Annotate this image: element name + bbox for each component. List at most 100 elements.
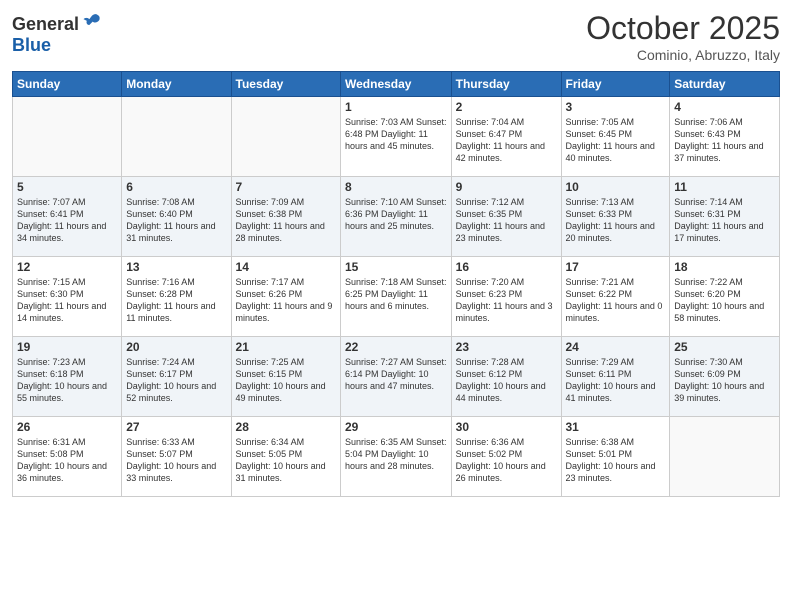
day-number: 3 [566, 100, 666, 114]
table-row [13, 97, 122, 177]
title-block: October 2025 Cominio, Abruzzo, Italy [586, 10, 780, 63]
day-info: Sunrise: 7:17 AM Sunset: 6:26 PM Dayligh… [236, 276, 336, 325]
table-row: 5Sunrise: 7:07 AM Sunset: 6:41 PM Daylig… [13, 177, 122, 257]
day-info: Sunrise: 6:34 AM Sunset: 5:05 PM Dayligh… [236, 436, 336, 485]
table-row: 23Sunrise: 7:28 AM Sunset: 6:12 PM Dayli… [451, 337, 561, 417]
day-number: 13 [126, 260, 226, 274]
table-row [670, 417, 780, 497]
day-info: Sunrise: 7:24 AM Sunset: 6:17 PM Dayligh… [126, 356, 226, 405]
day-number: 16 [456, 260, 557, 274]
table-row: 6 Sunrise: 7:08 AM Sunset: 6:40 PM Daylig… [122, 177, 231, 257]
col-sunday: Sunday [13, 72, 122, 97]
day-info: Sunrise: 7:12 AM Sunset: 6:35 PM Dayligh… [456, 196, 557, 245]
table-row: 30 Sunrise: 6:36 AM Sunset: 5:02 PM Dayli… [451, 417, 561, 497]
table-row: 19 Sunrise: 7:23 AM Sunset: 6:18 PM Dayli… [13, 337, 122, 417]
table-row: 11Sunrise: 7:14 AM Sunset: 6:31 PM Dayli… [670, 177, 780, 257]
table-row: 31 Sunrise: 6:38 AM Sunset: 5:01 PM Dayli… [561, 417, 670, 497]
day-info: Sunrise: 7:15 AM Sunset: 6:30 PM Dayligh… [17, 276, 117, 325]
day-info: Sunrise: 7:10 AM Sunset: 6:36 PM Dayligh… [345, 196, 447, 232]
calendar-week-3: 12 Sunrise: 7:15 AM Sunset: 6:30 PM Dayli… [13, 257, 780, 337]
table-row: 21Sunrise: 7:25 AM Sunset: 6:15 PM Dayli… [231, 337, 340, 417]
day-number: 17 [566, 260, 666, 274]
day-info: Sunrise: 6:35 AM Sunset: 5:04 PM Dayligh… [345, 436, 447, 472]
day-number: 15 [345, 260, 447, 274]
day-number: 2 [456, 100, 557, 114]
day-info: Sunrise: 7:28 AM Sunset: 6:12 PM Dayligh… [456, 356, 557, 405]
col-friday: Friday [561, 72, 670, 97]
day-info: Sunrise: 7:29 AM Sunset: 6:11 PM Dayligh… [566, 356, 666, 405]
day-number: 10 [566, 180, 666, 194]
day-number: 7 [236, 180, 336, 194]
table-row: 27 Sunrise: 6:33 AM Sunset: 5:07 PM Dayli… [122, 417, 231, 497]
day-number: 24 [566, 340, 666, 354]
day-number: 22 [345, 340, 447, 354]
table-row: 4 Sunrise: 7:06 AM Sunset: 6:43 PM Daylig… [670, 97, 780, 177]
col-monday: Monday [122, 72, 231, 97]
day-info: Sunrise: 7:04 AM Sunset: 6:47 PM Dayligh… [456, 116, 557, 165]
day-info: Sunrise: 7:09 AM Sunset: 6:38 PM Dayligh… [236, 196, 336, 245]
col-wednesday: Wednesday [341, 72, 452, 97]
day-info: Sunrise: 7:05 AM Sunset: 6:45 PM Dayligh… [566, 116, 666, 165]
calendar-table: Sunday Monday Tuesday Wednesday Thursday… [12, 71, 780, 497]
col-thursday: Thursday [451, 72, 561, 97]
day-info: Sunrise: 6:33 AM Sunset: 5:07 PM Dayligh… [126, 436, 226, 485]
logo-general: General [12, 14, 79, 34]
day-number: 21 [236, 340, 336, 354]
day-number: 19 [17, 340, 117, 354]
table-row [231, 97, 340, 177]
table-row: 1 Sunrise: 7:03 AM Sunset: 6:48 PM Daylig… [341, 97, 452, 177]
month-title: October 2025 [586, 10, 780, 47]
day-number: 20 [126, 340, 226, 354]
day-number: 12 [17, 260, 117, 274]
day-number: 31 [566, 420, 666, 434]
table-row: 26Sunrise: 6:31 AM Sunset: 5:08 PM Dayli… [13, 417, 122, 497]
page-container: General Blue October 2025 Cominio, Abruz… [0, 0, 792, 612]
day-info: Sunrise: 7:23 AM Sunset: 6:18 PM Dayligh… [17, 356, 117, 405]
calendar-week-1: 1 Sunrise: 7:03 AM Sunset: 6:48 PM Daylig… [13, 97, 780, 177]
day-info: Sunrise: 7:03 AM Sunset: 6:48 PM Dayligh… [345, 116, 447, 152]
table-row: 8Sunrise: 7:10 AM Sunset: 6:36 PM Daylig… [341, 177, 452, 257]
day-info: Sunrise: 7:18 AM Sunset: 6:25 PM Dayligh… [345, 276, 447, 312]
table-row: 9 Sunrise: 7:12 AM Sunset: 6:35 PM Daylig… [451, 177, 561, 257]
calendar-week-5: 26Sunrise: 6:31 AM Sunset: 5:08 PM Dayli… [13, 417, 780, 497]
day-number: 6 [126, 180, 226, 194]
day-number: 30 [456, 420, 557, 434]
day-info: Sunrise: 6:31 AM Sunset: 5:08 PM Dayligh… [17, 436, 117, 485]
day-info: Sunrise: 7:08 AM Sunset: 6:40 PM Dayligh… [126, 196, 226, 245]
day-info: Sunrise: 7:13 AM Sunset: 6:33 PM Dayligh… [566, 196, 666, 245]
day-info: Sunrise: 6:38 AM Sunset: 5:01 PM Dayligh… [566, 436, 666, 485]
day-info: Sunrise: 7:30 AM Sunset: 6:09 PM Dayligh… [674, 356, 775, 405]
table-row: 25Sunrise: 7:30 AM Sunset: 6:09 PM Dayli… [670, 337, 780, 417]
table-row: 14Sunrise: 7:17 AM Sunset: 6:26 PM Dayli… [231, 257, 340, 337]
logo-bird-icon [81, 10, 101, 30]
day-info: Sunrise: 6:36 AM Sunset: 5:02 PM Dayligh… [456, 436, 557, 485]
day-number: 27 [126, 420, 226, 434]
day-info: Sunrise: 7:20 AM Sunset: 6:23 PM Dayligh… [456, 276, 557, 325]
day-number: 1 [345, 100, 447, 114]
day-number: 9 [456, 180, 557, 194]
table-row: 24 Sunrise: 7:29 AM Sunset: 6:11 PM Dayli… [561, 337, 670, 417]
table-row: 3 Sunrise: 7:05 AM Sunset: 6:45 PM Daylig… [561, 97, 670, 177]
table-row: 7 Sunrise: 7:09 AM Sunset: 6:38 PM Daylig… [231, 177, 340, 257]
day-info: Sunrise: 7:27 AM Sunset: 6:14 PM Dayligh… [345, 356, 447, 392]
location-title: Cominio, Abruzzo, Italy [586, 47, 780, 63]
day-info: Sunrise: 7:16 AM Sunset: 6:28 PM Dayligh… [126, 276, 226, 325]
table-row: 17Sunrise: 7:21 AM Sunset: 6:22 PM Dayli… [561, 257, 670, 337]
day-info: Sunrise: 7:22 AM Sunset: 6:20 PM Dayligh… [674, 276, 775, 325]
calendar-week-2: 5Sunrise: 7:07 AM Sunset: 6:41 PM Daylig… [13, 177, 780, 257]
day-number: 4 [674, 100, 775, 114]
day-number: 11 [674, 180, 775, 194]
table-row: 15 Sunrise: 7:18 AM Sunset: 6:25 PM Dayli… [341, 257, 452, 337]
table-row: 13 Sunrise: 7:16 AM Sunset: 6:28 PM Dayli… [122, 257, 231, 337]
day-info: Sunrise: 7:06 AM Sunset: 6:43 PM Dayligh… [674, 116, 775, 165]
table-row: 16 Sunrise: 7:20 AM Sunset: 6:23 PM Dayli… [451, 257, 561, 337]
day-info: Sunrise: 7:07 AM Sunset: 6:41 PM Dayligh… [17, 196, 117, 245]
header: General Blue October 2025 Cominio, Abruz… [12, 10, 780, 63]
day-number: 18 [674, 260, 775, 274]
table-row: 28Sunrise: 6:34 AM Sunset: 5:05 PM Dayli… [231, 417, 340, 497]
table-row [122, 97, 231, 177]
day-number: 29 [345, 420, 447, 434]
logo-blue: Blue [12, 35, 51, 55]
col-tuesday: Tuesday [231, 72, 340, 97]
table-row: 2 Sunrise: 7:04 AM Sunset: 6:47 PM Daylig… [451, 97, 561, 177]
